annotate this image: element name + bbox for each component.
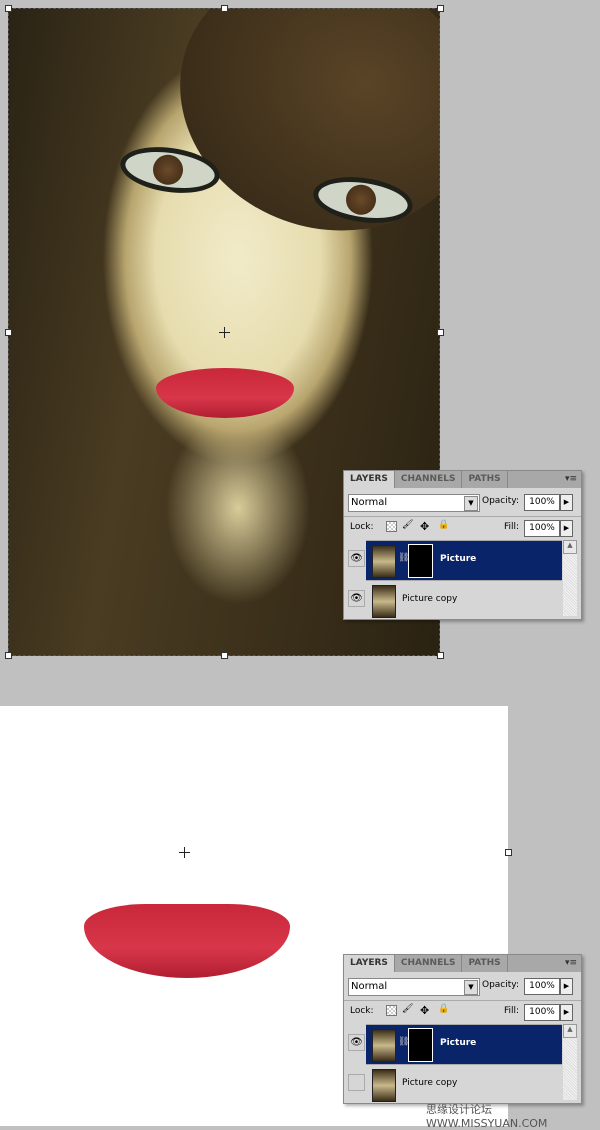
layers-list: ⛓ Picture 👁 Picture copy 👁 ▲: [344, 540, 581, 619]
panel-menu-icon[interactable]: ▾≡: [565, 471, 581, 488]
chevron-down-icon: ▼: [464, 496, 478, 511]
panel-tabs: LAYERS CHANNELS PATHS ▾≡: [344, 471, 581, 488]
fill-label: Fill:: [504, 1006, 520, 1016]
opacity-input[interactable]: 100%: [524, 494, 560, 511]
opacity-slider-button[interactable]: ▶: [560, 494, 573, 511]
fill-slider-button[interactable]: ▶: [560, 520, 573, 537]
layer-row-picture[interactable]: ⛓ Picture: [366, 1024, 562, 1064]
fill-input[interactable]: 100%: [524, 520, 560, 537]
visibility-eye-icon[interactable]: 👁: [348, 590, 365, 607]
opacity-label: Opacity:: [482, 496, 519, 506]
transform-handle[interactable]: [5, 652, 12, 659]
lock-all-icon[interactable]: 🔒: [438, 520, 449, 530]
layer-thumbnail: [372, 585, 396, 618]
layer-name: Picture copy: [402, 1078, 458, 1088]
chevron-down-icon: ▼: [464, 980, 478, 995]
blend-mode-select[interactable]: Normal ▼: [348, 978, 480, 996]
panel-menu-icon[interactable]: ▾≡: [565, 955, 581, 972]
visibility-eye-icon[interactable]: 👁: [348, 1034, 365, 1051]
divider: [344, 516, 581, 517]
layer-mask-thumbnail[interactable]: [408, 1028, 433, 1062]
layers-list: ⛓ Picture 👁 Picture copy ▲: [344, 1024, 581, 1103]
layer-thumbnail: [372, 1029, 396, 1062]
layer-thumbnail: [372, 1069, 396, 1102]
transform-handle[interactable]: [437, 652, 444, 659]
scrollbar[interactable]: ▲: [563, 1024, 577, 1100]
scroll-up-arrow-icon[interactable]: ▲: [563, 1024, 577, 1038]
scrollbar[interactable]: ▲: [563, 540, 577, 616]
layer-row-picture-copy[interactable]: Picture copy: [366, 1064, 562, 1104]
reference-point-crosshair-icon[interactable]: [179, 847, 190, 858]
lock-transparency-icon[interactable]: [386, 521, 397, 532]
blend-mode-value: Normal: [351, 497, 388, 508]
layer-name: Picture: [440, 1038, 477, 1048]
divider: [344, 1000, 581, 1001]
fill-label: Fill:: [504, 522, 520, 532]
fill-slider-button[interactable]: ▶: [560, 1004, 573, 1021]
layer-mask-thumbnail[interactable]: [408, 544, 433, 578]
lips: [84, 904, 290, 978]
lock-paint-brush-icon[interactable]: 🖌: [402, 1004, 413, 1014]
transform-handle[interactable]: [5, 5, 12, 12]
tab-layers[interactable]: LAYERS: [344, 955, 395, 972]
layers-panel: LAYERS CHANNELS PATHS ▾≡ Normal ▼ Opacity…: [343, 954, 582, 1104]
lock-move-icon[interactable]: ✥: [420, 520, 429, 533]
transform-handle[interactable]: [221, 5, 228, 12]
opacity-slider-button[interactable]: ▶: [560, 978, 573, 995]
tab-paths[interactable]: PATHS: [462, 955, 508, 972]
transform-handle[interactable]: [505, 849, 512, 856]
layer-row-picture-copy[interactable]: Picture copy: [366, 580, 562, 620]
opacity-input[interactable]: 100%: [524, 978, 560, 995]
layer-name: Picture copy: [402, 594, 458, 604]
lock-label: Lock:: [350, 1006, 374, 1016]
layer-row-picture[interactable]: ⛓ Picture: [366, 540, 562, 580]
opacity-label: Opacity:: [482, 980, 519, 990]
visibility-eye-icon[interactable]: [348, 1074, 365, 1091]
tab-channels[interactable]: CHANNELS: [395, 955, 463, 972]
tab-paths[interactable]: PATHS: [462, 471, 508, 488]
lock-label: Lock:: [350, 522, 374, 532]
layer-thumbnail: [372, 545, 396, 578]
fill-input[interactable]: 100%: [524, 1004, 560, 1021]
tab-channels[interactable]: CHANNELS: [395, 471, 463, 488]
visibility-eye-icon[interactable]: 👁: [348, 550, 365, 567]
blend-mode-select[interactable]: Normal ▼: [348, 494, 480, 512]
blend-mode-value: Normal: [351, 981, 388, 992]
lock-all-icon[interactable]: 🔒: [438, 1004, 449, 1014]
lock-paint-brush-icon[interactable]: 🖌: [402, 520, 413, 530]
tab-layers[interactable]: LAYERS: [344, 471, 395, 488]
transform-handle[interactable]: [437, 5, 444, 12]
transform-handle[interactable]: [5, 329, 12, 336]
layer-name: Picture: [440, 554, 477, 564]
scroll-up-arrow-icon[interactable]: ▲: [563, 540, 577, 554]
layers-panel: LAYERS CHANNELS PATHS ▾≡ Normal ▼ Opacity…: [343, 470, 582, 620]
lock-transparency-icon[interactable]: [386, 1005, 397, 1016]
transform-handle[interactable]: [437, 329, 444, 336]
lock-move-icon[interactable]: ✥: [420, 1004, 429, 1017]
panel-tabs: LAYERS CHANNELS PATHS ▾≡: [344, 955, 581, 972]
reference-point-crosshair-icon[interactable]: [219, 327, 230, 338]
transform-handle[interactable]: [221, 652, 228, 659]
